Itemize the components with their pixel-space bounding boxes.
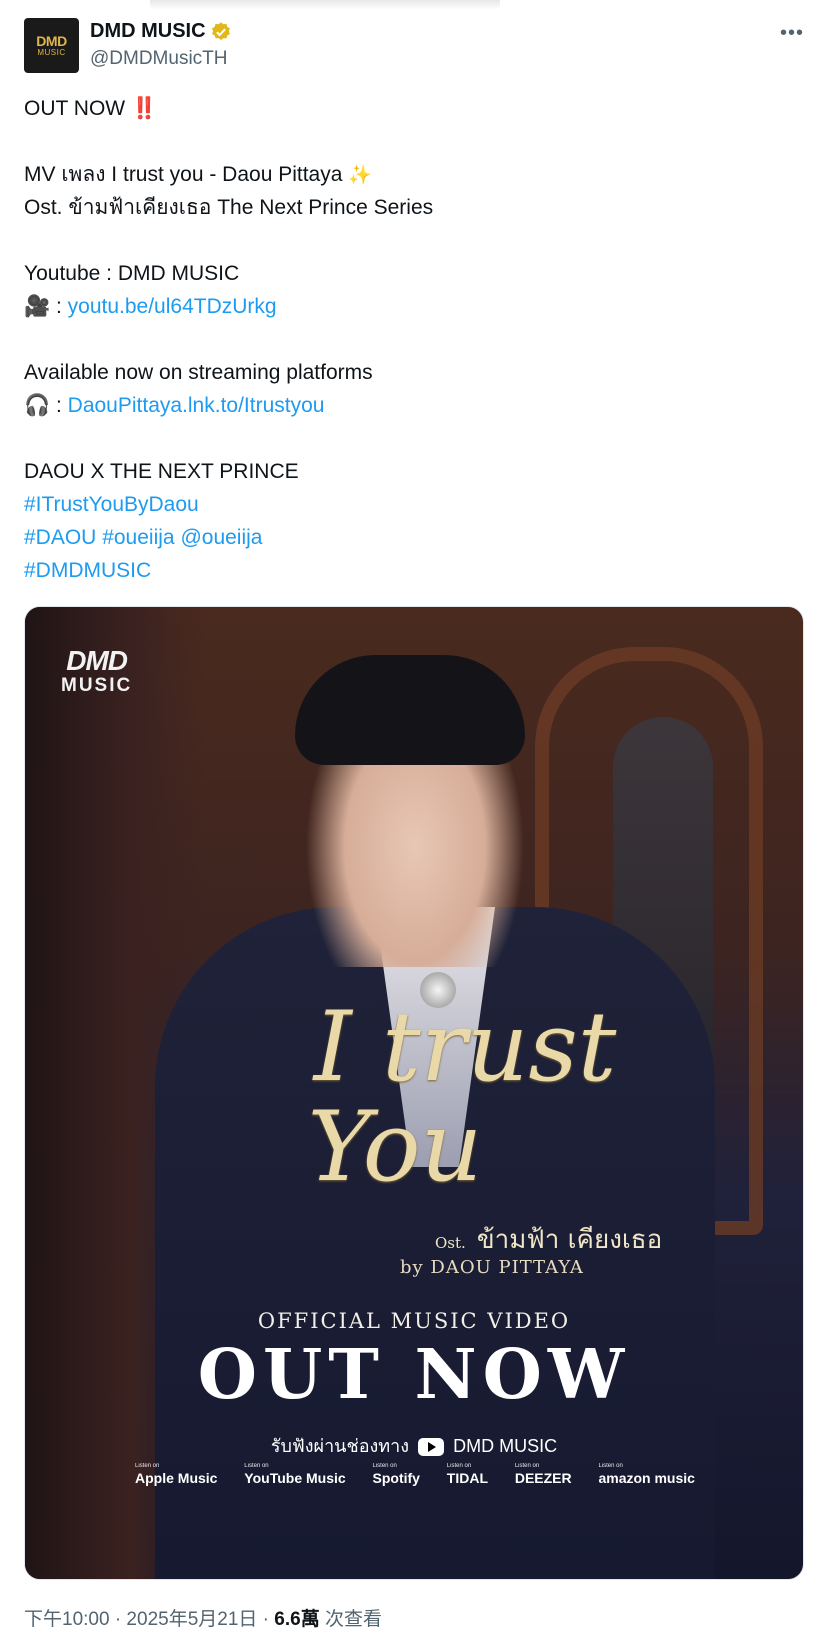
avatar[interactable]: DMD MUSIC <box>24 18 79 73</box>
poster-out-now: OUT NOW <box>197 1335 631 1415</box>
account-name[interactable]: DMD MUSIC <box>90 20 206 43</box>
text-line-youtube-link: 🎥 : youtu.be/ul64TDzUrkg <box>24 290 804 323</box>
view-label: 次查看 <box>319 1609 382 1630</box>
text-line-youtube: Youtube : DMD MUSIC <box>24 262 240 285</box>
youtube-link[interactable]: youtu.be/ul64TDzUrkg <box>68 295 277 318</box>
poster-platforms: Listen on Apple Music Listen on YouTube … <box>135 1462 695 1486</box>
poster-listen-channel: DMD MUSIC <box>453 1436 558 1456</box>
verified-badge-icon <box>211 21 230 40</box>
streaming-link[interactable]: DaouPittaya.lnk.to/Itrustyou <box>68 394 325 417</box>
tweet: DMD MUSIC DMD MUSIC @DMDMusicTH ••• OUT … <box>24 18 804 1580</box>
poster-listen-line: รับฟังผ่านช่องทาง DMD MUSIC <box>25 1431 803 1460</box>
avatar-logo-line2: MUSIC <box>37 48 66 57</box>
camera-icon: 🎥 : <box>24 295 68 318</box>
sparkles-icon: ✨ <box>348 165 372 186</box>
account-handle[interactable]: @DMDMusicTH <box>90 48 228 70</box>
hashtag-daou[interactable]: #DAOU <box>24 526 96 549</box>
headphones-icon: 🎧 : <box>24 394 68 417</box>
avatar-logo-line1: DMD <box>36 33 67 49</box>
text-line-daou: DAOU X THE NEXT PRINCE <box>24 460 299 483</box>
tweet-header: DMD MUSIC DMD MUSIC @DMDMusicTH ••• <box>24 18 804 78</box>
hashtag-oueiija[interactable]: #oueiija <box>102 526 174 549</box>
platform-apple-music: Listen on Apple Music <box>135 1463 218 1486</box>
top-fade <box>150 0 500 10</box>
poster-ost-title: ข้ามฟ้า เคียงเธอ <box>476 1225 663 1255</box>
platform-tidal: Listen on TIDAL <box>446 1463 488 1486</box>
poster-title-line2: You <box>307 1091 483 1203</box>
poster-title: I trust You <box>225 997 625 1197</box>
view-count: 6.6萬 <box>274 1609 320 1630</box>
poster-ost: Ost. ข้ามฟ้า เคียงเธอ <box>435 1219 662 1260</box>
poster-title-line1: I trust <box>313 991 617 1103</box>
poster-ost-prefix: Ost. <box>435 1234 466 1252</box>
double-exclamation-icon: ‼️ <box>130 97 158 120</box>
tweet-image[interactable]: DMD MUSIC I trust You Ost. ข้ามฟ้า เคียง… <box>24 606 804 1580</box>
more-options-icon[interactable]: ••• <box>780 22 804 45</box>
platform-spotify: Listen on Spotify <box>372 1463 420 1486</box>
text-line-mv: MV เพลง I trust you - Daou Pittaya ✨ <box>24 158 804 191</box>
tweet-timestamp[interactable]: 下午10:00 · 2025年5月21日 · <box>24 1609 274 1630</box>
text-out-now: OUT NOW <box>24 97 131 120</box>
poster-listen-text: รับฟังผ่านช่องทาง <box>270 1436 410 1456</box>
platform-amazon-music: Listen on amazon music <box>598 1463 695 1486</box>
poster-logo-line1: DMD <box>66 645 128 676</box>
name-row: DMD MUSIC <box>90 20 232 43</box>
hashtag-dmdmusic[interactable]: #DMDMUSIC <box>24 559 151 582</box>
poster-logo-line2: MUSIC <box>61 675 133 696</box>
poster-dmd-logo: DMD MUSIC <box>61 647 132 697</box>
platform-youtube-music: Listen on YouTube Music <box>244 1463 346 1486</box>
youtube-icon <box>418 1438 445 1457</box>
platform-deezer: Listen on DEEZER <box>514 1463 572 1486</box>
poster-byline: by DAOU PITTAYA <box>400 1257 584 1278</box>
hashtag-itrustyoubydaou[interactable]: #ITrustYouByDaou <box>24 493 199 516</box>
mention-oueiija[interactable]: @oueiija <box>180 526 262 549</box>
text-line-ost: Ost. ข้ามฟ้าเคียงเธอ The Next Prince Ser… <box>24 196 434 219</box>
text-line-out-now: OUT NOW ‼️ <box>24 92 804 125</box>
text-line-streaming: Available now on streaming platforms <box>24 361 373 384</box>
poster-official-mv: OFFICIAL MUSIC VIDEO <box>257 1309 571 1333</box>
text-line-streaming-link: 🎧 : DaouPittaya.lnk.to/Itrustyou <box>24 389 804 422</box>
text-mv: MV เพลง I trust you - Daou Pittaya <box>24 163 349 186</box>
tweet-text: OUT NOW ‼️ MV เพลง I trust you - Daou Pi… <box>24 92 804 587</box>
tweet-metadata: 下午10:00 · 2025年5月21日 · 6.6萬 次查看 <box>24 1604 382 1631</box>
